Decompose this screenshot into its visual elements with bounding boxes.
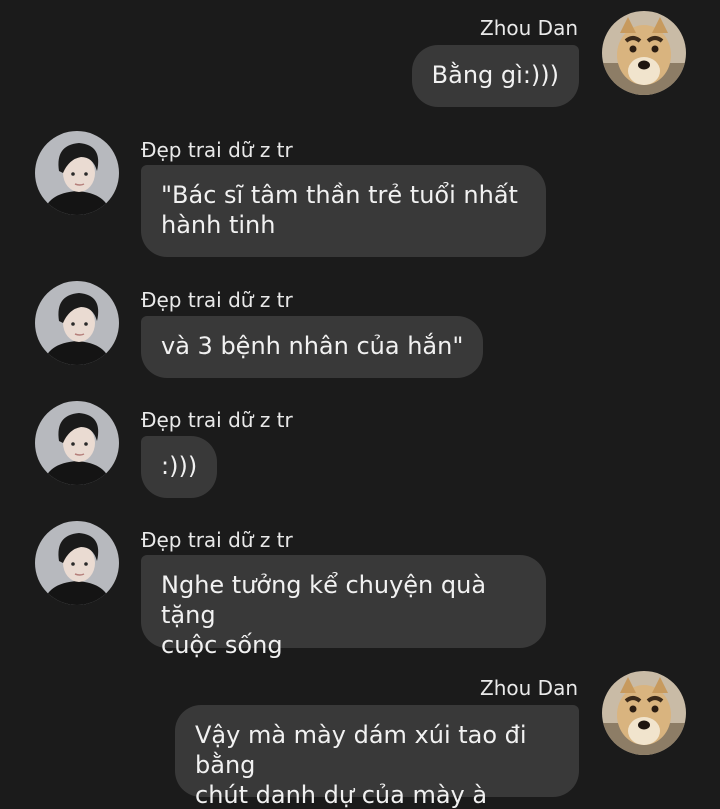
message-text-line: hành tinh: [161, 211, 276, 239]
dog-avatar[interactable]: [602, 11, 686, 95]
message-text-line: Nghe tưởng kể chuyện quà tặng: [161, 571, 487, 629]
message-text: và 3 bệnh nhân của hắn": [161, 332, 464, 360]
message-text: Bằng gì:))): [431, 61, 559, 89]
chat-thread: Zhou Dan Bằng gì:))) Đẹp trai dữ z tr "B…: [0, 0, 720, 809]
sender-name: Zhou Dan: [480, 16, 578, 40]
message-bubble[interactable]: :))): [141, 436, 218, 498]
message-bubble[interactable]: Nghe tưởng kể chuyện quà tặng cuộc sống: [141, 555, 546, 659]
message-bubble[interactable]: "Bác sĩ tâm thần trẻ tuổi nhất hành tinh: [141, 165, 546, 257]
dog-avatar[interactable]: [602, 671, 686, 755]
message-text-line: cuộc sống: [161, 631, 283, 659]
sender-name: Zhou Dan: [480, 676, 578, 700]
person-avatar[interactable]: [35, 401, 119, 485]
message-text-line: Vậy mà mày dám xúi tao đi bằng: [195, 721, 527, 779]
message-text-line: chút danh dự của mày à: [195, 781, 488, 809]
message-text-line: "Bác sĩ tâm thần trẻ tuổi nhất: [161, 181, 518, 209]
sender-name: Đẹp trai dữ z tr: [141, 288, 293, 312]
sender-name: Đẹp trai dữ z tr: [141, 528, 293, 552]
sender-name: Đẹp trai dữ z tr: [141, 138, 293, 162]
message-bubble[interactable]: và 3 bệnh nhân của hắn": [141, 316, 484, 378]
sender-name: Đẹp trai dữ z tr: [141, 408, 293, 432]
person-avatar[interactable]: [35, 281, 119, 365]
person-avatar[interactable]: [35, 521, 119, 605]
message-bubble[interactable]: Vậy mà mày dám xúi tao đi bằng chút danh…: [175, 705, 579, 809]
message-text: :))): [161, 452, 198, 480]
message-bubble[interactable]: Bằng gì:))): [411, 45, 579, 107]
person-avatar[interactable]: [35, 131, 119, 215]
